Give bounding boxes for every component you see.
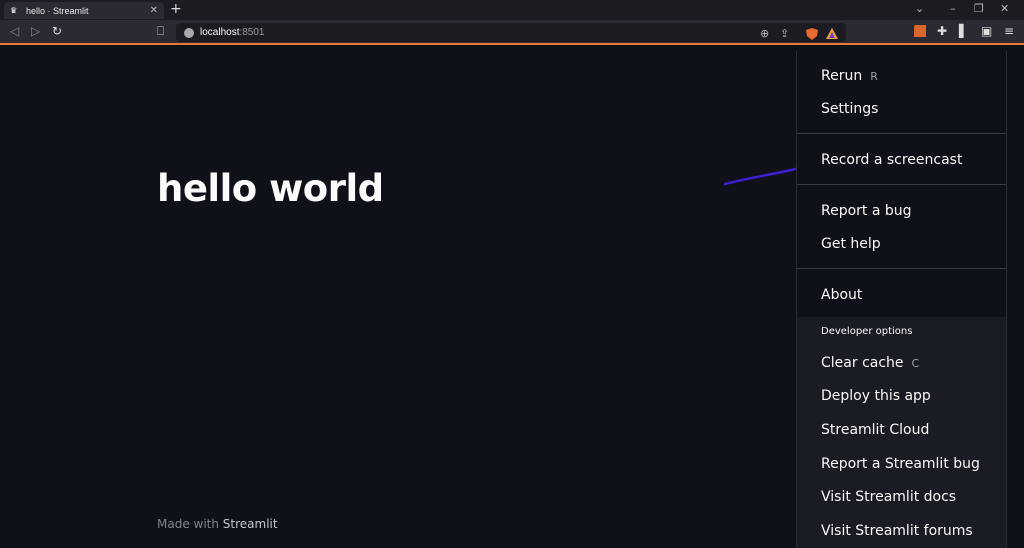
- menu-item-streamlit-cloud[interactable]: Streamlit Cloud: [821, 422, 929, 438]
- restore-icon[interactable]: ❐: [974, 2, 984, 15]
- main-menu: Rerun R Settings Record a screencast Repo…: [796, 51, 1007, 548]
- url-port: :8501: [239, 27, 265, 38]
- rerun-label: Rerun: [821, 68, 863, 84]
- new-tab-icon[interactable]: +: [170, 1, 182, 17]
- extensions-icon[interactable]: ✚: [937, 24, 947, 38]
- sidebar-icon[interactable]: ▌: [959, 24, 968, 38]
- menu-item-clear-cache[interactable]: Clear cache C: [821, 355, 919, 371]
- minimize-icon[interactable]: –: [950, 2, 956, 15]
- menu-item-report-bug[interactable]: Report a bug: [821, 203, 912, 219]
- menu-divider: [797, 268, 1006, 269]
- wallet-icon[interactable]: ▣: [981, 24, 992, 38]
- back-icon[interactable]: ◁: [10, 24, 19, 38]
- page-title: hello world: [157, 167, 384, 210]
- browser-toolbar: ◁ ▷ ↻ ⎕ localhost :8501 ⊕ ⇪ ✚ ▌ ▣ ≡: [0, 20, 1024, 45]
- footer-prefix: Made with: [157, 517, 223, 531]
- window-close-icon[interactable]: ✕: [1000, 2, 1009, 15]
- menu-item-record-screencast[interactable]: Record a screencast: [821, 152, 962, 168]
- app-menu-icon[interactable]: ≡: [1004, 24, 1014, 38]
- menu-item-report-streamlit-bug[interactable]: Report a Streamlit bug: [821, 456, 980, 472]
- menu-item-get-help[interactable]: Get help: [821, 236, 881, 252]
- bookmark-icon[interactable]: ⎕: [157, 24, 164, 39]
- browser-tab[interactable]: ♛ hello · Streamlit ✕: [4, 2, 164, 19]
- menu-item-about[interactable]: About: [821, 287, 862, 303]
- footer: Made with Streamlit: [157, 517, 278, 531]
- zoom-icon[interactable]: ⊕: [760, 27, 769, 40]
- app-main: hello world Made with Streamlit Rerun R S…: [0, 47, 1024, 548]
- streamlit-crown-icon: ♛: [10, 5, 18, 15]
- tab-close-icon[interactable]: ✕: [150, 5, 158, 16]
- clear-cache-shortcut: C: [911, 357, 920, 370]
- site-info-icon[interactable]: [184, 27, 194, 38]
- url-host: localhost: [200, 27, 240, 38]
- reload-icon[interactable]: ↻: [52, 24, 62, 38]
- forward-icon[interactable]: ▷: [31, 24, 40, 38]
- extension-badge-icon[interactable]: [914, 25, 926, 37]
- menu-item-deploy[interactable]: Deploy this app: [821, 388, 931, 404]
- tab-title: hello · Streamlit: [26, 5, 89, 16]
- developer-options-label: Developer options: [821, 326, 913, 337]
- menu-item-settings[interactable]: Settings: [821, 101, 878, 117]
- menu-item-rerun[interactable]: Rerun R: [821, 68, 878, 84]
- menu-item-streamlit-docs[interactable]: Visit Streamlit docs: [821, 489, 956, 505]
- menu-divider: [797, 133, 1006, 134]
- share-icon[interactable]: ⇪: [780, 27, 789, 40]
- rerun-shortcut: R: [870, 70, 878, 83]
- address-bar[interactable]: localhost :8501 ⊕ ⇪: [176, 23, 846, 42]
- clear-cache-label: Clear cache: [821, 355, 904, 371]
- tab-list-icon[interactable]: ⌄: [915, 2, 924, 15]
- menu-item-streamlit-forums[interactable]: Visit Streamlit forums: [821, 523, 973, 539]
- brave-rewards-icon[interactable]: [826, 28, 838, 40]
- browser-tab-bar: ♛ hello · Streamlit ✕ + ⌄ – ❐ ✕: [0, 0, 1024, 20]
- brave-shield-icon[interactable]: [806, 28, 818, 40]
- menu-divider: [797, 184, 1006, 185]
- footer-brand-link[interactable]: Streamlit: [223, 517, 278, 531]
